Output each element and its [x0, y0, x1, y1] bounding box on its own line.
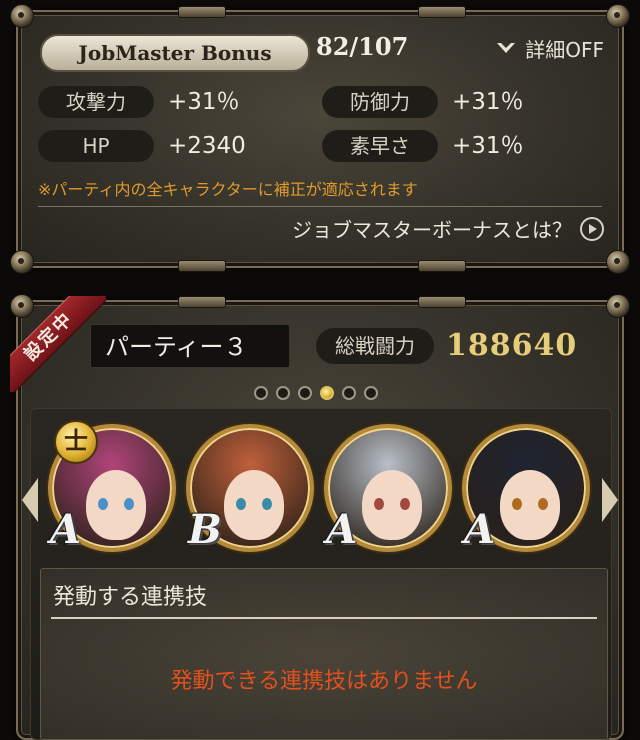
hinge-decoration [418, 296, 466, 308]
character-eye [400, 498, 410, 510]
divider [38, 206, 602, 207]
combo-skill-box: 発動する連携技 発動できる連携技はありません [40, 568, 608, 740]
character-eye [124, 498, 134, 510]
stat-value-attack: +31％ [168, 89, 240, 115]
stat-label-speed: 素早さ [322, 130, 438, 162]
stat-value-defense: +31％ [452, 89, 524, 115]
help-link-label: ジョブマスターボーナスとは？ [292, 218, 572, 242]
character-eye [262, 498, 272, 510]
page-dot[interactable] [254, 386, 268, 400]
leader-badge-icon: 士 [54, 420, 98, 464]
stat-label-attack: 攻撃力 [38, 86, 154, 118]
bonus-note: ※パーティ内の全キャラクターに補正が適応されます [38, 180, 418, 199]
hinge-decoration [178, 296, 226, 308]
bonus-progress: 82/107 [316, 32, 409, 61]
bonus-title: JobMaster Bonus [40, 34, 310, 72]
character-eye [512, 498, 522, 510]
character-rank: A [326, 506, 358, 553]
chevron-down-icon [497, 42, 516, 53]
stat-label-defense: 防御力 [322, 86, 438, 118]
character-rank: A [464, 506, 496, 553]
hinge-decoration [178, 6, 226, 18]
rivet-icon [10, 4, 34, 28]
page-dot[interactable] [364, 386, 378, 400]
character-eye [98, 498, 108, 510]
character-eye [374, 498, 384, 510]
page-dot[interactable] [276, 386, 290, 400]
combo-skill-empty-message: 発動できる連携技はありません [170, 669, 478, 694]
character-eye [538, 498, 548, 510]
stat-value-hp: +2340 [168, 133, 246, 159]
character-rank: A [50, 506, 82, 553]
party-panel: 設定中 パーティー３ 総戦闘力 188640 ABAA 士 発動する連携技 発動… [10, 294, 630, 740]
page-dot[interactable] [342, 386, 356, 400]
page-dot[interactable] [298, 386, 312, 400]
hinge-decoration [418, 6, 466, 18]
combo-skill-title: 発動する連携技 [53, 585, 208, 610]
page-dot[interactable] [320, 386, 334, 400]
hinge-decoration [418, 260, 466, 272]
total-power-label: 総戦闘力 [316, 328, 434, 364]
detail-toggle-button[interactable]: 詳細OFF [495, 34, 604, 63]
bonus-help-link[interactable]: ジョブマスターボーナスとは？ [292, 214, 604, 243]
previous-party-arrow-icon[interactable] [22, 478, 38, 522]
rivet-icon [606, 4, 630, 28]
play-arrow-icon [580, 216, 604, 241]
party-name[interactable]: パーティー３ [90, 324, 290, 368]
total-power-value: 188640 [446, 328, 578, 363]
divider [51, 617, 597, 619]
character-rank: B [188, 506, 222, 553]
detail-toggle-label: 詳細OFF [525, 38, 604, 62]
rivet-icon [606, 250, 630, 274]
stat-value-speed: +31％ [452, 133, 524, 159]
rivet-icon [606, 294, 630, 318]
character-eye [236, 498, 246, 510]
rivet-icon [10, 250, 34, 274]
hinge-decoration [178, 260, 226, 272]
page-indicator [254, 386, 378, 400]
stat-label-hp: HP [38, 130, 154, 162]
jobmaster-bonus-panel: JobMaster Bonus 82/107 詳細OFF 攻撃力 +31％ 防御… [10, 4, 630, 274]
next-party-arrow-icon[interactable] [602, 478, 618, 522]
